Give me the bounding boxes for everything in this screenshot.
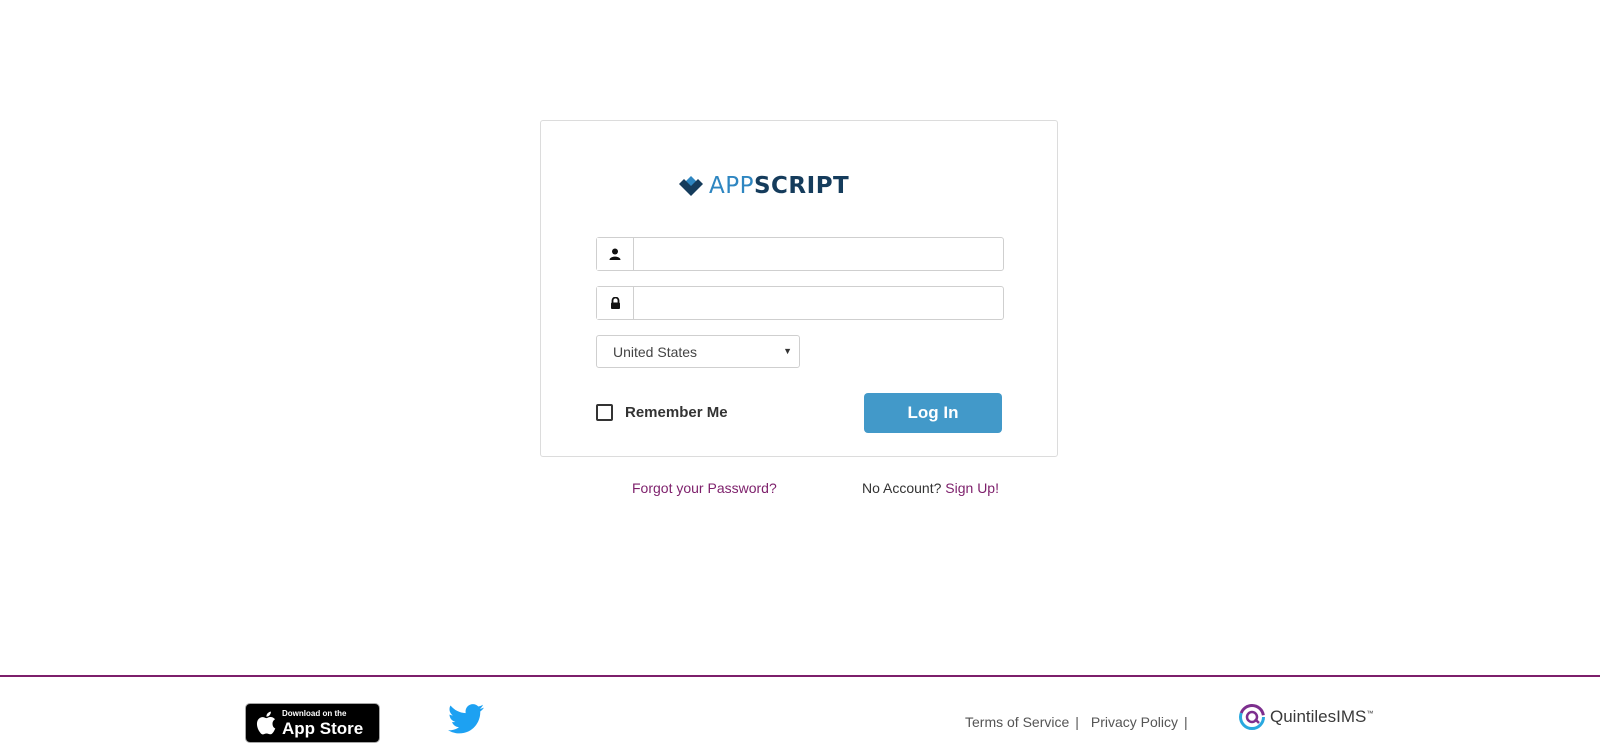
quintiles-text: QuintilesIMS xyxy=(1270,707,1367,726)
logo-app-text: APP xyxy=(709,173,754,199)
logo-script-text: SCRIPT xyxy=(753,173,850,199)
forgot-password-link[interactable]: Forgot your Password? xyxy=(632,480,777,496)
logo-wordmark: APPSCRIPT xyxy=(709,171,849,201)
lock-icon xyxy=(597,287,634,319)
sign-up-link[interactable]: Sign Up! xyxy=(945,480,999,496)
app-store-big-text: App Store xyxy=(282,718,364,738)
terms-of-service-link[interactable]: Terms of Service xyxy=(965,714,1069,730)
login-button[interactable]: Log In xyxy=(864,393,1002,433)
privacy-policy-link[interactable]: Privacy Policy xyxy=(1091,714,1178,730)
trademark-symbol: ™ xyxy=(1366,710,1374,718)
remember-checkbox[interactable] xyxy=(596,404,613,421)
remember-me[interactable]: Remember Me xyxy=(596,404,728,421)
app-store-text: Download on the App Store xyxy=(282,708,364,738)
password-group xyxy=(596,286,1004,320)
signup-prompt: No Account? Sign Up! xyxy=(862,480,999,496)
username-input[interactable] xyxy=(634,238,1003,270)
password-input[interactable] xyxy=(634,287,1003,319)
user-icon xyxy=(597,238,634,270)
footer-links: Terms of Service | Privacy Policy | xyxy=(965,714,1200,730)
footer-separator: | xyxy=(1184,714,1188,730)
quintiles-logo[interactable]: QuintilesIMS™ xyxy=(1238,703,1373,731)
appscript-mark-icon xyxy=(679,176,703,196)
app-store-badge[interactable]: Download on the App Store xyxy=(245,703,380,743)
twitter-icon[interactable] xyxy=(448,704,484,739)
chevron-down-icon: ▼ xyxy=(783,346,792,356)
remember-label: Remember Me xyxy=(625,404,728,421)
no-account-text: No Account? xyxy=(862,480,942,496)
username-group xyxy=(596,237,1004,271)
quintiles-mark-icon xyxy=(1239,704,1265,730)
app-store-small-text: Download on the xyxy=(282,708,347,718)
footer-divider xyxy=(0,675,1600,677)
login-card: APPSCRIPT United States ▼ Remember Me Lo… xyxy=(540,120,1058,457)
login-page: APPSCRIPT United States ▼ Remember Me Lo… xyxy=(0,0,1600,755)
country-selected-value: United States xyxy=(613,343,698,360)
quintiles-wordmark: QuintilesIMS™ xyxy=(1270,707,1373,727)
country-select[interactable]: United States ▼ xyxy=(596,335,800,368)
appscript-logo: APPSCRIPT xyxy=(679,171,849,201)
footer-separator: | xyxy=(1075,714,1079,730)
apple-icon xyxy=(256,711,276,735)
